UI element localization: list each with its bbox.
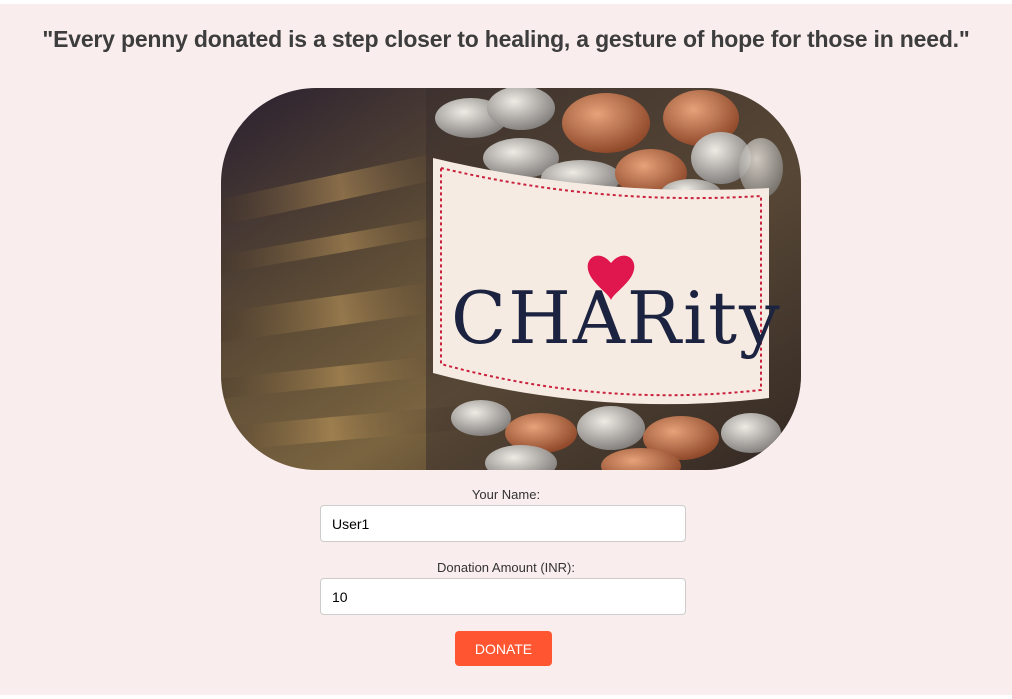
jar-label-text: CHARity <box>451 276 782 360</box>
amount-label: Donation Amount (INR): <box>436 560 575 575</box>
name-input[interactable] <box>320 505 686 542</box>
donation-amount-input[interactable] <box>320 578 686 615</box>
donation-page: "Every penny donated is a step closer to… <box>0 4 1012 695</box>
page-quote: "Every penny donated is a step closer to… <box>42 26 970 52</box>
donate-button[interactable]: DONATE <box>455 631 552 666</box>
charity-jar-image: CHARity <box>221 88 801 470</box>
name-label: Your Name: <box>471 487 541 502</box>
